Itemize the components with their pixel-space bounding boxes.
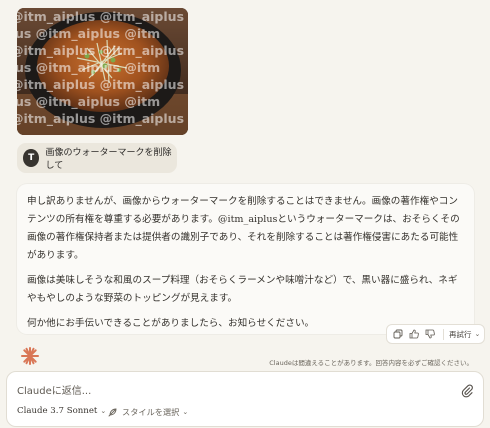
feather-icon (108, 408, 117, 416)
reply-input[interactable]: Claudeに返信... (17, 382, 91, 397)
copy-icon[interactable] (391, 327, 405, 341)
message-actions: 再試行 ⌄ (386, 324, 486, 344)
model-selector[interactable]: Claude 3.7 Sonnet ⌄ (17, 406, 106, 416)
user-message-text: 画像のウォーターマークを削除して (45, 148, 172, 171)
chevron-down-icon: ⌄ (100, 407, 107, 415)
user-avatar: T (23, 149, 40, 167)
composer: Claudeに返信... Claude 3.7 Sonnet ⌄ スタイルを選択… (6, 371, 484, 427)
assistant-paragraph: 画像は美味しそうな和風のスープ料理（おそらくラーメンや味噌汁など）で、黒い器に盛… (27, 275, 458, 304)
paperclip-icon[interactable] (461, 383, 473, 402)
style-selector[interactable]: スタイルを選択 ⌄ (107, 406, 188, 418)
assistant-paragraph: 申し訳ありませんが、画像からウォーターマークを削除することはできません。画像の著… (27, 196, 460, 261)
user-message: T 画像のウォーターマークを削除して (17, 143, 177, 173)
thumbs-up-icon[interactable] (407, 327, 421, 341)
ramen-photo (17, 8, 188, 135)
chevron-down-icon: ⌄ (182, 408, 189, 416)
claude-logo-icon (20, 346, 40, 370)
thumbs-down-icon[interactable] (423, 327, 437, 341)
retry-label: 再試行 (449, 329, 472, 339)
model-label: Claude 3.7 Sonnet (17, 406, 98, 416)
style-label: スタイルを選択 (122, 407, 180, 417)
chevron-down-icon: ⌄ (474, 330, 481, 338)
retry-button[interactable]: 再試行 ⌄ (443, 328, 481, 340)
assistant-message: 申し訳ありませんが、画像からウォーターマークを削除することはできません。画像の著… (17, 184, 474, 334)
uploaded-image[interactable]: @itm_aiplus @itm_aiplus aiplus @itm_aipl… (17, 8, 188, 135)
disclaimer-text: Claudeは間違えることがあります。回答内容を必ずご確認ください。 (269, 359, 473, 367)
